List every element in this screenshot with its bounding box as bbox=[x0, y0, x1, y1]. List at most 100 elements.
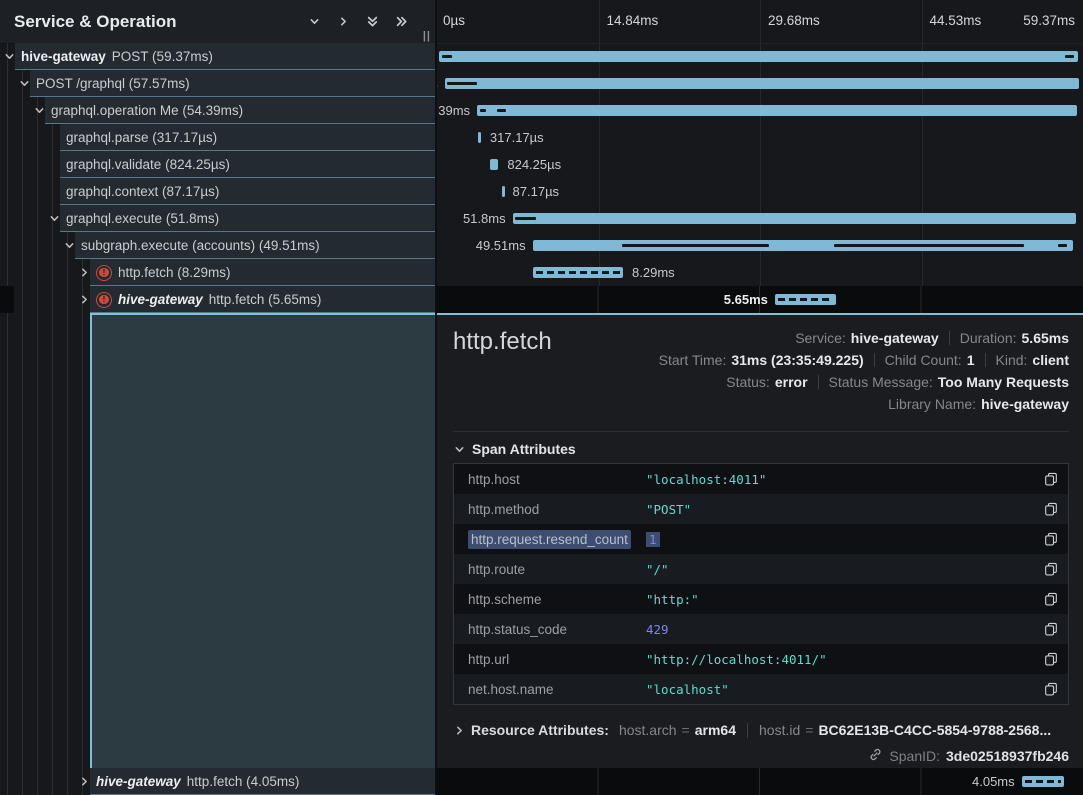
attribute-value: "localhost:4011" bbox=[646, 472, 1034, 487]
tree-row[interactable]: graphql.context (87.17µs) bbox=[0, 178, 435, 205]
timeline-row: 824.25µs bbox=[437, 151, 1083, 178]
resource-attributes-row[interactable]: Resource Attributes: host.arch=arm64host… bbox=[453, 715, 1069, 745]
double-chevron-down-icon[interactable] bbox=[364, 14, 380, 30]
timeline-tick: 0µs bbox=[443, 13, 465, 28]
span-operation-label: graphql.parse (317.17µs) bbox=[66, 130, 217, 145]
span-operation-label: graphql.validate (824.25µs) bbox=[66, 157, 230, 172]
tree-row[interactable]: POST /graphql (57.57ms) bbox=[0, 70, 435, 97]
tree-row[interactable]: graphql.execute (51.8ms) bbox=[0, 205, 435, 232]
tree-row[interactable]: !hive-gatewayhttp.fetch (5.65ms) bbox=[0, 286, 435, 313]
chevron-down-icon[interactable] bbox=[63, 240, 75, 252]
span-tree-bottom: hive-gatewayhttp.fetch (4.05ms) bbox=[0, 768, 435, 795]
timeline-ruler: 0µs14.84ms29.68ms44.53ms59.37ms bbox=[437, 0, 1083, 44]
duration-label: s bbox=[437, 70, 445, 97]
duration-label: 49.51ms bbox=[476, 232, 533, 259]
copy-icon[interactable] bbox=[1034, 562, 1068, 576]
attribute-value: "http://localhost:4011/" bbox=[646, 652, 1034, 667]
chevron-down-icon[interactable] bbox=[33, 105, 45, 117]
chevron-down-icon[interactable] bbox=[306, 14, 322, 30]
child-span-mark bbox=[447, 82, 477, 85]
child-span-mark bbox=[480, 109, 486, 112]
copy-icon[interactable] bbox=[1034, 532, 1068, 546]
attribute-key: http.request.resend_count bbox=[454, 532, 646, 547]
chevron-spacer bbox=[48, 186, 60, 198]
attribute-value: "POST" bbox=[646, 502, 1034, 517]
span-bar[interactable] bbox=[477, 105, 1077, 116]
span-operation-label: graphql.context (87.17µs) bbox=[66, 184, 219, 199]
duration-label: 4.05ms bbox=[972, 768, 1022, 795]
attribute-value: "/" bbox=[646, 562, 1034, 577]
tree-header-icons bbox=[306, 14, 409, 30]
copy-icon[interactable] bbox=[1034, 682, 1068, 696]
tree-row[interactable]: hive-gatewayPOST (59.37ms) bbox=[0, 43, 435, 70]
attribute-value: "localhost" bbox=[646, 682, 1034, 697]
timeline-tick: 29.68ms bbox=[768, 13, 820, 28]
attribute-row: http.route"/" bbox=[454, 554, 1068, 584]
timeline-row: 87.17µs bbox=[437, 178, 1083, 205]
service-name: hive-gateway bbox=[118, 292, 203, 307]
span-attributes-header[interactable]: Span Attributes bbox=[453, 441, 576, 457]
chevron-down-icon[interactable] bbox=[18, 78, 30, 90]
chevron-right-icon bbox=[453, 724, 465, 736]
tree-row[interactable]: hive-gatewayhttp.fetch (4.05ms) bbox=[0, 768, 435, 795]
chevron-right-icon[interactable] bbox=[78, 294, 90, 306]
service-name: hive-gateway bbox=[21, 49, 106, 64]
meta-value: hive-gateway bbox=[851, 330, 939, 346]
span-bar[interactable] bbox=[439, 51, 1078, 62]
chevron-down-icon[interactable] bbox=[48, 213, 60, 225]
span-bar[interactable] bbox=[1022, 776, 1065, 787]
chevron-right-icon[interactable] bbox=[78, 776, 90, 788]
duration-label: 5.65ms bbox=[724, 286, 775, 313]
resource-attributes-entries: host.arch=arm64host.id=BC62E13B-C4CC-585… bbox=[619, 722, 1051, 738]
child-span-mark bbox=[622, 244, 769, 247]
resource-key: host.id bbox=[759, 722, 800, 738]
timeline-row: 5.65ms bbox=[437, 286, 1083, 313]
child-span-mark bbox=[515, 217, 537, 220]
span-operation-label: subgraph.execute (accounts) (49.51ms) bbox=[81, 238, 320, 253]
attribute-row: http.method"POST" bbox=[454, 494, 1068, 524]
span-tree: hive-gatewayPOST (59.37ms)POST /graphql … bbox=[0, 43, 435, 313]
link-icon[interactable] bbox=[868, 747, 883, 765]
timeline-panel: 0µs14.84ms29.68ms44.53ms59.37ms s.39ms31… bbox=[437, 0, 1083, 795]
attribute-row: http.host"localhost:4011" bbox=[454, 464, 1068, 494]
span-operation-label: http.fetch (5.65ms) bbox=[209, 292, 322, 307]
tree-row[interactable]: graphql.operation Me (54.39ms) bbox=[0, 97, 435, 124]
meta-line: Status:errorStatus Message:Too Many Requ… bbox=[659, 371, 1069, 393]
span-bar[interactable] bbox=[490, 159, 498, 170]
copy-icon[interactable] bbox=[1034, 472, 1068, 486]
panel-resize-handle[interactable]: || bbox=[423, 30, 431, 42]
chevron-right-icon[interactable] bbox=[78, 267, 90, 279]
copy-icon[interactable] bbox=[1034, 592, 1068, 606]
duration-label: .39ms bbox=[437, 97, 477, 124]
tree-row[interactable]: subgraph.execute (accounts) (49.51ms) bbox=[0, 232, 435, 259]
meta-value: client bbox=[1032, 352, 1069, 368]
attribute-row: http.status_code429 bbox=[454, 614, 1068, 644]
chevron-right-icon[interactable] bbox=[335, 14, 351, 30]
child-span-mark bbox=[442, 55, 452, 58]
tree-row[interactable]: graphql.validate (824.25µs) bbox=[0, 151, 435, 178]
resource-equals: = bbox=[805, 722, 813, 738]
tree-row[interactable]: graphql.parse (317.17µs) bbox=[0, 124, 435, 151]
span-id-row: SpanID: 3de02518937fb246 bbox=[868, 747, 1069, 765]
double-chevron-right-icon[interactable] bbox=[393, 14, 409, 30]
chevron-down-icon[interactable] bbox=[3, 51, 15, 63]
span-bar[interactable] bbox=[513, 213, 1076, 224]
attribute-row: net.host.name"localhost" bbox=[454, 674, 1068, 704]
meta-value: error bbox=[775, 374, 808, 390]
attribute-value: 1 bbox=[646, 532, 1034, 547]
attribute-value: "http:" bbox=[646, 592, 1034, 607]
meta-line: Start Time:31ms (23:35:49.225)Child Coun… bbox=[659, 349, 1069, 371]
copy-icon[interactable] bbox=[1034, 622, 1068, 636]
tree-row[interactable]: !http.fetch (8.29ms) bbox=[0, 259, 435, 286]
service-name: hive-gateway bbox=[96, 774, 181, 789]
resource-value: BC62E13B-C4CC-5854-9788-2568... bbox=[818, 722, 1051, 738]
span-bar[interactable] bbox=[775, 294, 836, 305]
child-span-mark bbox=[497, 109, 506, 112]
copy-icon[interactable] bbox=[1034, 652, 1068, 666]
copy-icon[interactable] bbox=[1034, 502, 1068, 516]
resource-attributes-title: Resource Attributes: bbox=[471, 722, 609, 738]
span-bar[interactable] bbox=[533, 267, 623, 278]
timeline-row: .39ms bbox=[437, 97, 1083, 124]
attribute-row: http.scheme"http:" bbox=[454, 584, 1068, 614]
span-bar[interactable] bbox=[445, 78, 1079, 89]
